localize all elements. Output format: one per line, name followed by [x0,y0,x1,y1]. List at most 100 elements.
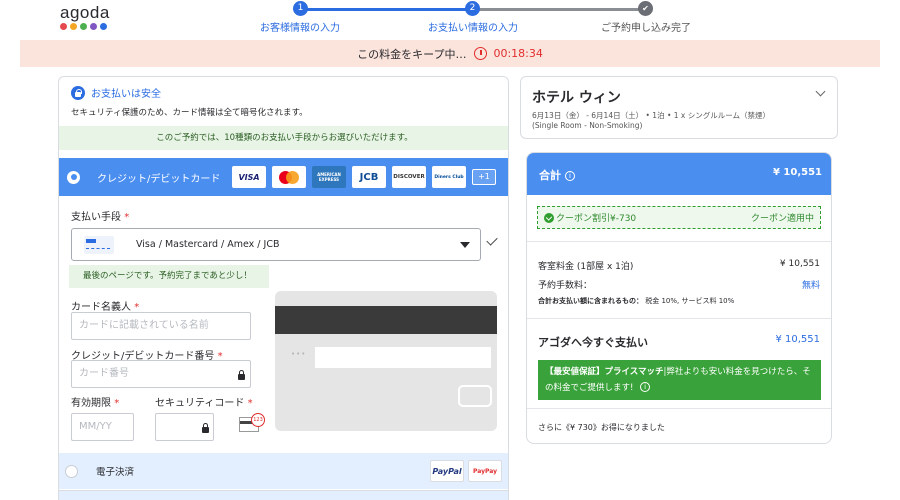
paypay-logo: PayPay [468,460,502,482]
hotel-summary[interactable]: ホテル ウィン 6月13日（金） - 6月14日（土） • 1泊 • 1 x シ… [520,76,838,139]
step-line-done [300,8,470,11]
card-holder-label: カード名義人 * [71,298,139,313]
payment-method-label: 支払い手段 * [71,208,129,223]
secure-heading: お支払いは安全 [71,85,161,100]
lock-icon [238,370,245,380]
credit-card-option[interactable]: クレジット/デビットカード VISA AMERICAN EXPRESS JCB … [59,158,508,196]
step-2-label: お支払い情報の入力 [428,23,518,34]
chevron-down-icon[interactable] [815,86,826,97]
coupon-status: クーポン適用中 [750,214,814,224]
divider [527,408,831,409]
savings-note: さらに《¥ 730》お得になりました [538,423,665,432]
price-hold-text: この料金をキープ中… [357,47,467,61]
step-2-dot: 2 [465,1,480,16]
room-price-row: 客室料金 (1部屋 x 1泊) ¥ 10,551 [538,259,820,272]
coupon-discount: クーポン割引¥-730 [556,214,637,224]
more-cards-badge[interactable]: +1 [472,169,496,185]
total-header: 合計 i ¥ 10,551 [527,153,831,195]
step-line-pending [470,8,645,11]
checkout-page: agoda 1 2 ✔ お客様情報の入力 お支払い情報の入力 ご予約申し込み完了… [0,0,900,500]
countdown-timer: 00:18:34 [493,47,543,60]
visa-logo: VISA [232,166,266,188]
credit-card-icon [84,235,114,254]
tax-label: 合計お支払い額に含まれるもの： [538,297,643,305]
pay-now-value: ¥ 10,551 [775,334,820,345]
coupon-box: クーポン割引¥-730 クーポン適用中 [537,206,821,229]
room-type-en: (Single Room - Non-Smoking) [532,121,643,130]
expiry-label: 有効期限 * [71,394,119,409]
caret-down-icon [460,241,470,248]
signature-strip [315,347,491,368]
tax-value: 税金 10%, サービス料 10% [645,297,735,305]
paypal-logo: PayPal [430,460,464,482]
amex-logo: AMERICAN EXPRESS [312,166,346,188]
cvv-label: セキュリティコード * [155,394,253,409]
booking-fee-value: 無料 [801,281,820,291]
payment-method-label-text: 支払い手段 [71,212,121,223]
stay-details: 6月13日（金） - 6月14日（土） • 1泊 • 1 x シングルルーム（禁… [532,111,771,120]
progress-steps: 1 2 ✔ お客様情報の入力 お支払い情報の入力 ご予約申し込み完了 [230,0,730,40]
diners-logo: Diners Club [432,166,466,188]
payment-methods-note: このご予約では、10種類のお支払い手段からお選びいただけます。 [59,126,508,150]
required-mark: * [247,398,253,409]
discover-logo: DISCOVER [392,166,426,188]
card-number-input[interactable]: カード番号 [71,360,251,388]
logo-dots [60,23,110,30]
required-mark: * [114,398,120,409]
expiry-input[interactable]: MM/YY [71,413,134,441]
epay-option[interactable]: 電子決済 PayPal PayPay [59,453,508,489]
required-mark: * [124,212,130,223]
divider [527,241,831,242]
step-3-label: ご予約申し込み完了 [601,23,691,34]
price-hold-bar: この料金をキープ中… 00:18:34 [20,40,880,67]
secure-title: お支払いは安全 [91,89,161,100]
cvv-input[interactable] [155,413,214,441]
epay-radio[interactable] [65,464,78,478]
next-payment-option[interactable] [59,490,508,500]
last-page-note: 最後のページです。予約完了まであと少し！ [69,265,269,288]
step-1-label: お客様情報の入力 [260,23,340,34]
booking-fee-row: 予約手数料： 無料 [538,278,820,291]
mastercard-logo [272,166,306,188]
lock-icon [202,423,209,433]
payment-method-select[interactable]: Visa / Mastercard / Amex / JCB [71,228,481,261]
pay-now-label: アゴダへ今すぐ支払い [538,336,648,349]
jcb-logo: JCB [352,166,386,188]
info-icon[interactable]: i [640,382,651,392]
booking-fee-label: 予約手数料： [538,281,593,291]
secure-description: セキュリティ保護のため、カード情報は全て暗号化されます。 [71,108,308,118]
timer-icon [474,47,488,60]
magnetic-strip [275,306,497,334]
total-value: ¥ 10,551 [772,167,822,178]
card-holder-input[interactable]: カードに記載されている名前 [71,312,251,340]
valid-check-icon [486,234,498,246]
price-match-title: 【最安値保証】プライスマッチ [545,367,664,377]
agoda-logo[interactable]: agoda [60,3,110,30]
epay-title: 電子決済 [96,467,135,478]
expiry-label-text: 有効期限 [71,398,111,409]
payment-panel: お支払いは安全 セキュリティ保護のため、カード情報は全て暗号化されます。 このご… [58,76,509,500]
logo-text: agoda [60,3,110,22]
divider [527,318,831,319]
room-price-label: 客室料金 (1部屋 x 1泊) [538,262,634,272]
cvv-badge: 123 [251,413,265,427]
info-icon[interactable]: i [565,171,575,181]
total-label: 合計 i [539,167,575,183]
card-back-illustration: ••• [275,291,497,431]
hotel-name: ホテル ウィン [532,90,621,106]
payment-method-value: Visa / Mastercard / Amex / JCB [136,239,280,250]
total-label-text: 合計 [539,169,561,182]
lock-icon [71,85,85,100]
check-circle-icon [544,212,554,223]
card-number-placeholder: カード番号 [79,368,129,379]
step-3-check-icon: ✔ [638,1,653,16]
credit-card-radio[interactable] [67,170,80,184]
tax-note: 合計お支払い額に含まれるもの： 税金 10%, サービス料 10% [538,296,734,306]
card-chip [458,385,492,407]
card-dots: ••• [291,350,307,358]
price-match-banner: 【最安値保証】プライスマッチ|弊社よりも安い料金を見つけたら、その料金でご提供し… [538,360,821,400]
room-price-value: ¥ 10,551 [779,259,820,269]
credit-card-title: クレジット/デビットカード [97,173,221,185]
price-summary: 合計 i ¥ 10,551 クーポン割引¥-730 クーポン適用中 客室料金 (1… [526,152,832,444]
cvv-label-text: セキュリティコード [155,398,245,409]
